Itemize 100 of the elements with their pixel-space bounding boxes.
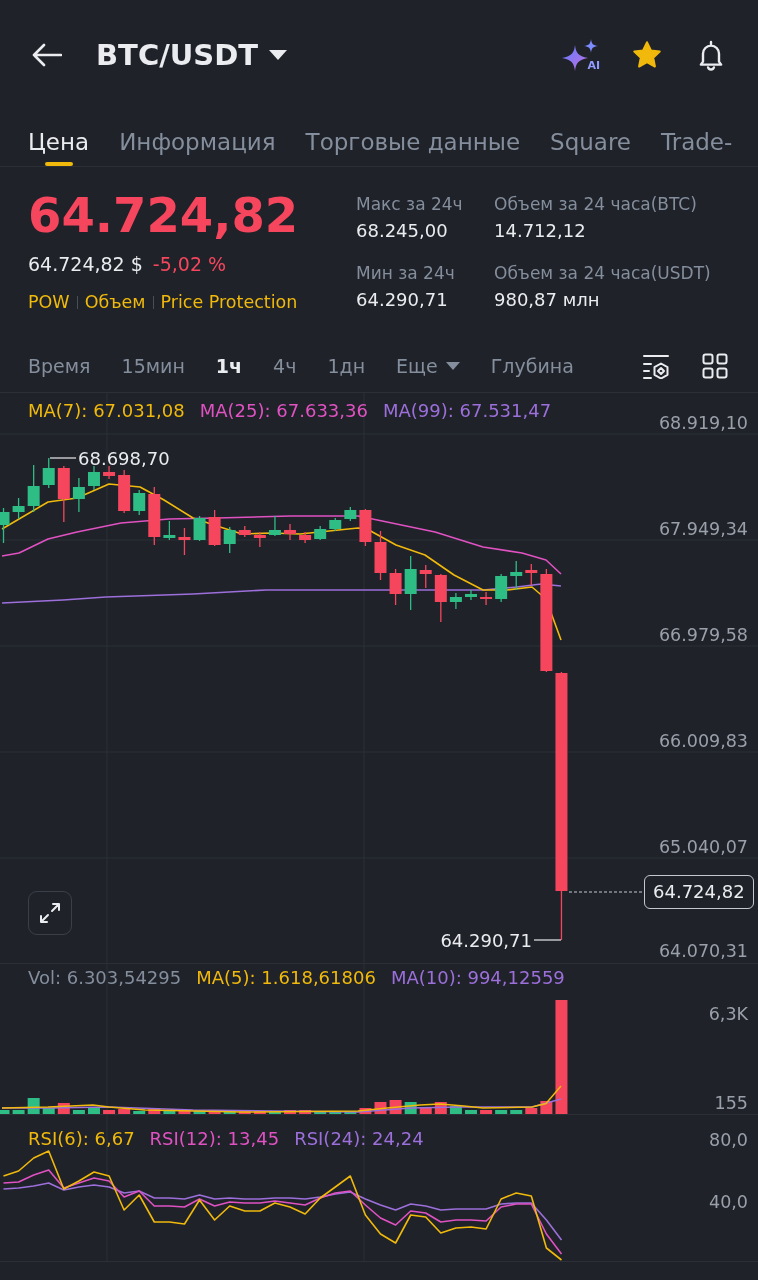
interval-option[interactable]: Время <box>28 351 91 381</box>
indicator-legend: Vol: 6.303,54295 <box>28 966 182 990</box>
candle <box>103 465 116 480</box>
candle <box>480 591 493 606</box>
candle <box>193 515 206 542</box>
volume-bar <box>329 1111 342 1114</box>
volume-bar <box>133 1111 146 1114</box>
candle <box>163 520 176 541</box>
volume-bar <box>0 1110 10 1114</box>
volume-bar <box>253 1111 266 1114</box>
axis-label: 68.919,10 <box>658 413 748 433</box>
volume-bar <box>57 1103 70 1114</box>
tab[interactable]: Информация <box>119 110 276 166</box>
candle <box>42 457 55 489</box>
interval-option[interactable]: 15мин <box>121 351 185 381</box>
tab[interactable]: Trade- <box>661 110 733 166</box>
candle <box>359 508 372 547</box>
ai-button[interactable]: AI <box>561 38 599 72</box>
expand-icon <box>38 901 62 925</box>
candle <box>223 526 236 554</box>
indicator-legend: RSI(12): 13,45 <box>149 1127 280 1151</box>
volume-bar <box>118 1109 131 1114</box>
volume-bar <box>344 1111 357 1114</box>
axis-label: 67.949,34 <box>658 519 748 539</box>
stat-label: Мин за 24ч <box>356 262 456 284</box>
volume-bar <box>223 1110 236 1114</box>
interval-option[interactable]: 4ч <box>273 351 297 381</box>
stat-value: 980,87 млн <box>494 289 601 311</box>
candle <box>88 465 100 491</box>
candle <box>389 568 402 606</box>
volume-bar <box>419 1108 432 1114</box>
stat-value: 14.712,12 <box>494 220 587 242</box>
interval-option[interactable]: 1ч <box>215 351 243 381</box>
volume-bar <box>88 1108 100 1114</box>
usd-price: 64.724,82 $ <box>28 252 143 277</box>
candle <box>208 509 221 547</box>
volume-bar <box>480 1110 493 1114</box>
volume-bar <box>12 1110 25 1114</box>
stat-value: 68.245,00 <box>356 220 449 242</box>
indicator-legend: MA(99): 67.531,47 <box>382 399 552 423</box>
candle <box>314 525 327 541</box>
volume-bar <box>495 1110 508 1114</box>
axis-label: 40,0 <box>709 1192 748 1212</box>
caret-icon <box>445 362 460 370</box>
candle <box>268 515 281 537</box>
candle <box>57 465 70 523</box>
candle <box>238 525 251 538</box>
volume-bar <box>284 1110 296 1114</box>
back-icon[interactable] <box>32 43 62 67</box>
caret-icon <box>269 50 288 60</box>
candle <box>253 531 266 548</box>
expand-button[interactable] <box>28 891 72 935</box>
volume-bar <box>525 1108 538 1114</box>
low-price-label: 64.290,71 <box>440 930 532 951</box>
volume-bar <box>103 1110 116 1114</box>
volume-bar <box>314 1111 327 1114</box>
indicator-legend: MA(5): 1.618,61806 <box>196 966 376 990</box>
tab[interactable]: Square <box>550 110 632 166</box>
candle <box>12 497 25 520</box>
candle <box>434 573 447 623</box>
tab[interactable]: Торговые данные <box>305 110 521 166</box>
tag-link[interactable]: Объем <box>84 289 146 315</box>
candle <box>27 464 40 513</box>
candle <box>178 527 191 556</box>
interval-option[interactable]: 1дн <box>327 351 366 381</box>
volume-bar <box>178 1110 191 1114</box>
candle <box>148 486 161 546</box>
current-price-tag: 64.724,82 <box>644 875 754 909</box>
tab[interactable]: Цена <box>28 110 90 166</box>
volume-bar <box>193 1110 206 1114</box>
volume-bar <box>465 1110 477 1114</box>
candle <box>404 555 417 611</box>
candle <box>525 563 538 586</box>
candle <box>284 523 296 541</box>
volume-bar <box>449 1106 462 1114</box>
candle <box>133 489 146 516</box>
candle <box>449 592 462 610</box>
high-price-label: 68.698,70 <box>78 447 170 469</box>
more-dropdown[interactable]: Еще <box>396 351 460 381</box>
candle <box>0 507 10 544</box>
stat-label: Объем за 24 часа(USDT) <box>494 262 711 284</box>
candle <box>465 589 477 601</box>
pair-selector[interactable]: BTC/USDT <box>96 37 288 73</box>
volume-bar <box>238 1110 251 1114</box>
candle <box>510 560 523 591</box>
tag-link[interactable]: Price Protection <box>160 289 298 315</box>
grid-icon[interactable] <box>702 353 728 379</box>
axis-label: 80,0 <box>709 1130 748 1150</box>
volume-bar <box>510 1110 523 1114</box>
chart-settings-icon[interactable] <box>642 353 670 379</box>
sparkle-icon <box>561 38 599 72</box>
interval-option[interactable]: Глубина <box>490 351 574 381</box>
tag-link[interactable]: POW <box>28 289 70 315</box>
volume-bar <box>359 1108 372 1114</box>
axis-label: 6,3K <box>708 1004 748 1024</box>
candle <box>374 530 387 581</box>
indicator-legend: RSI(6): 6,67 <box>28 1127 135 1151</box>
volume-bar <box>299 1110 312 1114</box>
indicator-legend: RSI(24): 24,24 <box>294 1127 424 1151</box>
volume-bar <box>148 1109 161 1114</box>
